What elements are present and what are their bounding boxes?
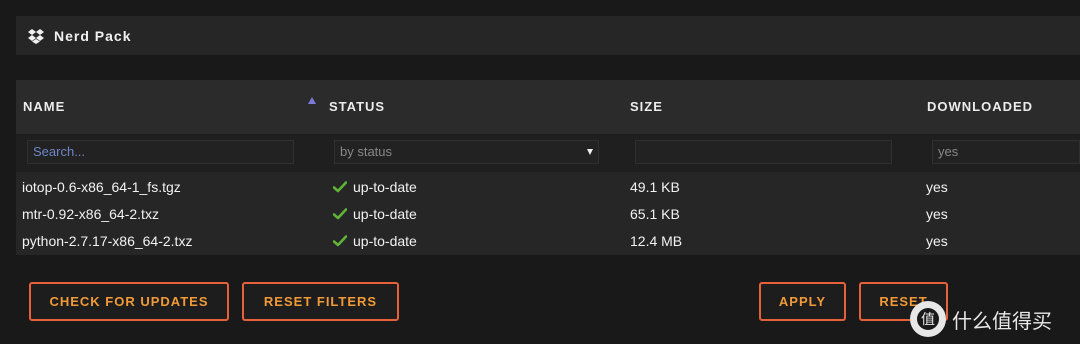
watermark-text: 什么值得买	[952, 308, 1052, 333]
status-text: up-to-date	[353, 179, 417, 195]
plugin-title: Nerd Pack	[54, 27, 132, 44]
watermark-logo-char: 值	[921, 312, 935, 328]
downloaded-filter-input[interactable]: yes	[932, 140, 1080, 164]
package-size: 12.4 MB	[630, 233, 683, 249]
plugin-title-bar: Nerd Pack	[16, 16, 1080, 55]
column-header-size[interactable]: SIZE	[630, 99, 663, 114]
table-header: NAME STATUS SIZE DOWNLOADED	[16, 80, 1080, 134]
watermark-logo: 值	[910, 301, 946, 337]
status-filter-value: by status	[340, 144, 393, 159]
package-size: 49.1 KB	[630, 179, 680, 195]
site-watermark: 值 什么值得买	[910, 301, 1052, 337]
column-header-downloaded[interactable]: DOWNLOADED	[927, 99, 1033, 114]
status-text: up-to-date	[353, 206, 417, 222]
package-name: iotop-0.6-x86_64-1_fs.tgz	[22, 179, 181, 195]
table-row[interactable]: iotop-0.6-x86_64-1_fs.tgz up-to-date 49.…	[16, 173, 1080, 200]
package-downloaded: yes	[926, 233, 948, 249]
table-row[interactable]: python-2.7.17-x86_64-2.txz up-to-date 12…	[16, 227, 1080, 254]
check-icon	[333, 208, 347, 220]
column-header-status[interactable]: STATUS	[329, 99, 385, 114]
table-row[interactable]: mtr-0.92-x86_64-2.txz up-to-date 65.1 KB…	[16, 200, 1080, 227]
column-header-name[interactable]: NAME	[23, 99, 65, 114]
package-name: python-2.7.17-x86_64-2.txz	[22, 233, 193, 249]
check-for-updates-button[interactable]: CHECK FOR UPDATES	[29, 282, 229, 321]
package-size: 65.1 KB	[630, 206, 680, 222]
check-icon	[333, 181, 347, 193]
check-icon	[333, 235, 347, 247]
reset-filters-button[interactable]: RESET FILTERS	[242, 282, 399, 321]
package-status: up-to-date	[333, 206, 417, 222]
filter-row: Search... by status yes	[16, 134, 1080, 172]
package-status: up-to-date	[333, 179, 417, 195]
package-name: mtr-0.92-x86_64-2.txz	[22, 206, 159, 222]
apply-button[interactable]: APPLY	[759, 282, 846, 321]
name-search-input[interactable]: Search...	[27, 140, 294, 164]
package-downloaded: yes	[926, 179, 948, 195]
dropbox-icon	[28, 28, 44, 44]
sort-ascending-icon[interactable]	[308, 97, 316, 104]
package-table: NAME STATUS SIZE DOWNLOADED Search... by…	[16, 80, 1080, 255]
size-filter-input[interactable]	[635, 140, 892, 164]
chevron-down-icon	[587, 149, 593, 155]
status-filter-select[interactable]: by status	[334, 140, 599, 164]
package-status: up-to-date	[333, 233, 417, 249]
package-downloaded: yes	[926, 206, 948, 222]
status-text: up-to-date	[353, 233, 417, 249]
